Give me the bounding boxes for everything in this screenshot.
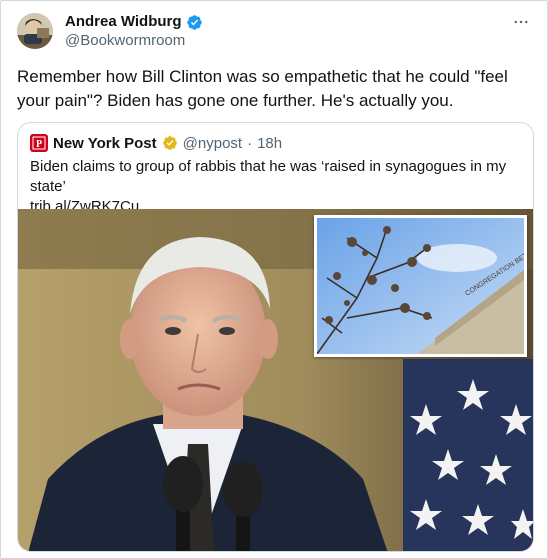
nypost-logo-letter: P [36, 139, 42, 150]
tweet-card: Andrea Widburg @Bookwormroom Remember ho… [0, 0, 548, 559]
avatar-image [17, 13, 53, 49]
gold-check-icon [162, 136, 177, 150]
quoted-handle[interactable]: @nypost [183, 135, 242, 152]
quoted-body: Biden claims to group of rabbis that he … [30, 158, 507, 195]
tweet-text: Remember how Bill Clinton was so empathe… [17, 67, 508, 110]
quoted-text: Biden claims to group of rabbis that he … [30, 157, 525, 217]
nypost-logo-icon: P [30, 134, 48, 152]
blue-check-icon [186, 14, 202, 30]
synagogue-photo: CONGREGATION BETH EL [317, 218, 524, 354]
quoted-separator: · [247, 134, 253, 152]
quoted-header: P New York Post @nypost · 18h [30, 134, 282, 152]
author-handle[interactable]: @Bookwormroom [65, 31, 203, 51]
synagogue-inset-image: CONGREGATION BETH EL [314, 215, 527, 357]
author-display-name[interactable]: Andrea Widburg [65, 13, 182, 31]
author-avatar[interactable] [17, 13, 53, 49]
quoted-display-name[interactable]: New York Post [53, 135, 157, 152]
quoted-media-image[interactable]: CONGREGATION BETH EL [18, 209, 533, 551]
more-horizontal-icon[interactable] [511, 13, 531, 33]
quoted-tweet[interactable]: P New York Post @nypost · 18h Biden clai… [17, 122, 534, 552]
tweet-header: Andrea Widburg @Bookwormroom [17, 13, 531, 53]
quoted-time[interactable]: 18h [257, 135, 282, 152]
